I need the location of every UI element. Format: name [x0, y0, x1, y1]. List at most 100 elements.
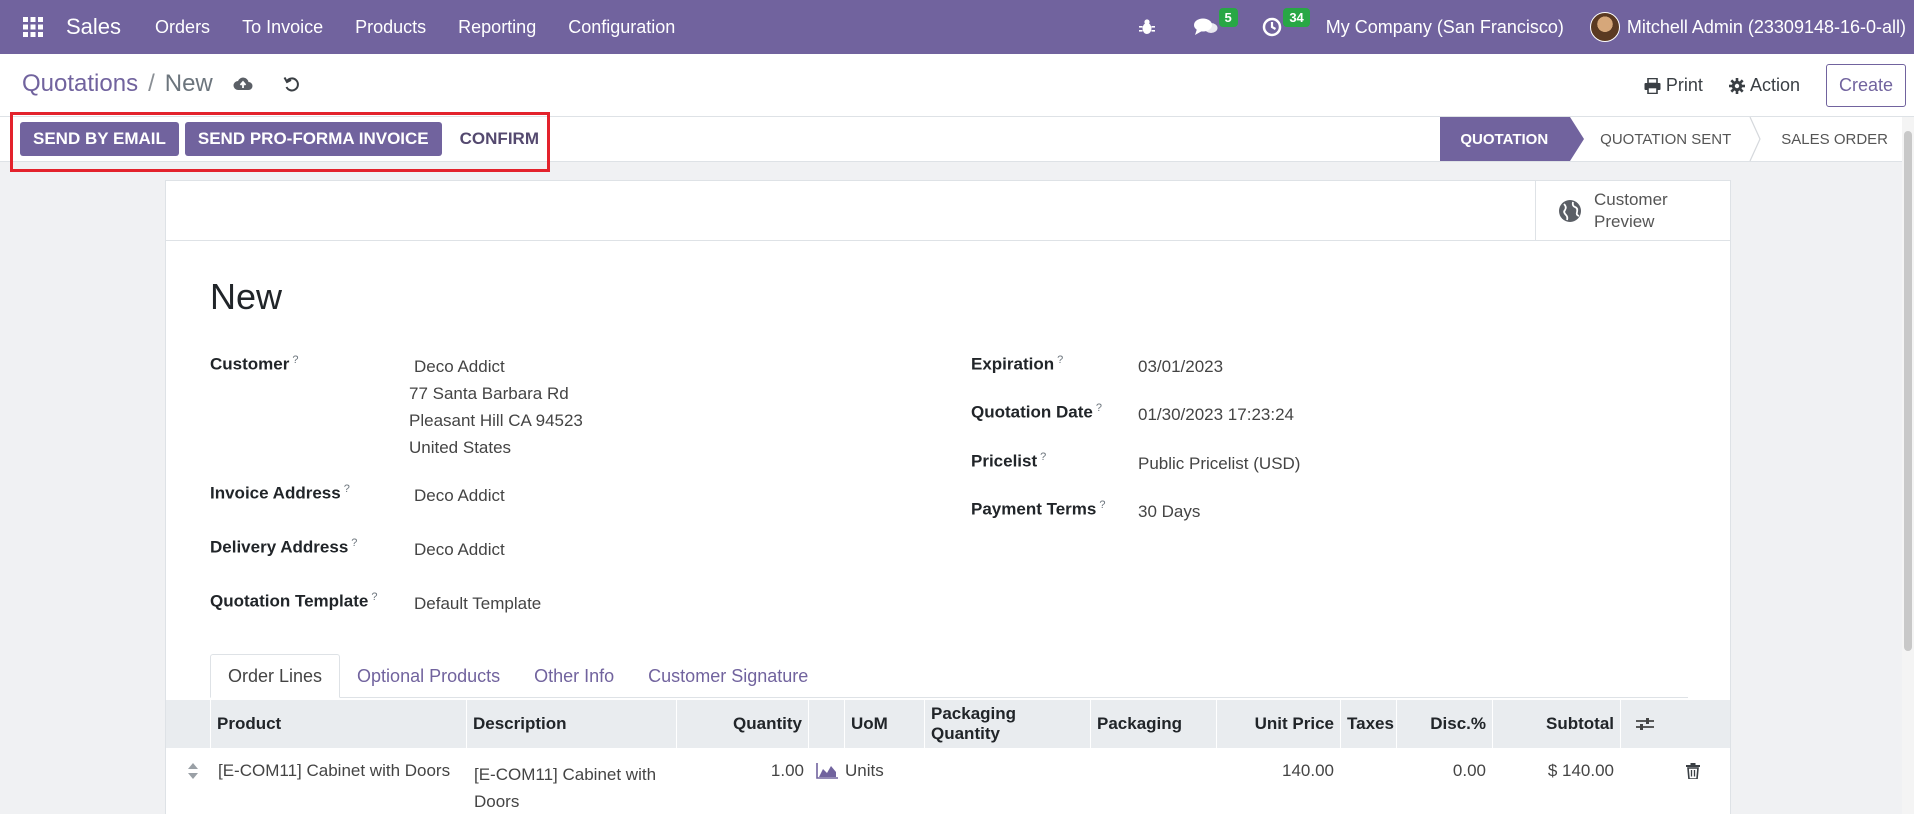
- help-tooltip-icon[interactable]: ?: [1040, 451, 1046, 463]
- delete-trash-icon[interactable]: [1686, 763, 1700, 779]
- apps-menu-icon[interactable]: [0, 0, 66, 54]
- pricelist-label: Pricelist?: [971, 451, 1046, 472]
- tab-customer-signature[interactable]: Customer Signature: [631, 654, 825, 698]
- user-name: Mitchell Admin (23309148-16-0-all): [1626, 16, 1906, 37]
- stage-quotation-sent-label: QUOTATION SENT: [1600, 130, 1732, 148]
- action-button[interactable]: Action: [1728, 75, 1800, 96]
- cell-product[interactable]: [E-COM11] Cabinet with Doors: [218, 761, 450, 781]
- delivery-address-field[interactable]: Deco Addict: [414, 540, 505, 560]
- cell-quantity[interactable]: 1.00: [726, 761, 804, 781]
- scrollbar[interactable]: [1902, 117, 1914, 814]
- col-packaging-quantity[interactable]: Packaging Quantity: [924, 700, 1090, 748]
- help-tooltip-icon[interactable]: ?: [344, 483, 350, 495]
- payment-terms-label-text: Payment Terms: [971, 499, 1097, 519]
- stage-sales-order-label: SALES ORDER: [1781, 130, 1888, 148]
- customer-label: Customer?: [210, 354, 298, 375]
- expiration-label-text: Expiration: [971, 354, 1055, 374]
- cell-uom[interactable]: Units: [845, 761, 884, 781]
- menu-reporting[interactable]: Reporting: [442, 17, 552, 38]
- debug-bug-icon[interactable]: [1138, 18, 1156, 36]
- avatar: [1589, 12, 1620, 42]
- form-sheet: Customer Preview New Customer? Deco Addi…: [165, 180, 1731, 814]
- drag-handle-icon[interactable]: [188, 763, 198, 779]
- table-row[interactable]: [E-COM11] Cabinet with Doors [E-COM11] C…: [166, 748, 1730, 814]
- cell-unit-price[interactable]: 140.00: [1216, 761, 1334, 781]
- pricelist-field[interactable]: Public Pricelist (USD): [1138, 454, 1300, 474]
- breadcrumb-quotations[interactable]: Quotations: [22, 70, 138, 98]
- menu-configuration[interactable]: Configuration: [552, 17, 691, 38]
- user-menu[interactable]: Mitchell Admin (23309148-16-0-all): [1589, 12, 1906, 42]
- highlight-annotation-box: [10, 112, 550, 172]
- menu-products[interactable]: Products: [339, 17, 442, 38]
- breadcrumb-current: New: [164, 70, 213, 97]
- activities-clock-icon[interactable]: 34: [1262, 8, 1310, 37]
- delivery-address-label: Delivery Address?: [210, 537, 357, 558]
- tab-optional-products[interactable]: Optional Products: [340, 654, 517, 698]
- col-description[interactable]: Description: [466, 700, 676, 748]
- company-switcher[interactable]: My Company (San Francisco): [1326, 17, 1564, 38]
- col-uom[interactable]: UoM: [844, 700, 924, 748]
- stage-arrow: [1570, 117, 1585, 161]
- cell-description-line1: [E-COM11] Cabinet with: [474, 765, 657, 784]
- tab-order-lines[interactable]: Order Lines: [210, 654, 341, 698]
- print-button[interactable]: Print: [1644, 75, 1703, 96]
- quotation-date-field[interactable]: 01/30/2023 17:23:24: [1138, 405, 1294, 425]
- help-tooltip-icon[interactable]: ?: [1057, 354, 1063, 366]
- customer-address-line3: United States: [409, 438, 512, 457]
- stage-quotation[interactable]: QUOTATION: [1440, 117, 1585, 161]
- app-name[interactable]: Sales: [66, 14, 121, 40]
- customer-preview-button[interactable]: Customer Preview: [1535, 181, 1730, 240]
- col-product[interactable]: Product: [210, 700, 466, 748]
- help-tooltip-icon[interactable]: ?: [351, 537, 357, 549]
- stage-sales-order[interactable]: SALES ORDER: [1753, 117, 1902, 161]
- notebook-tabs: Order Lines Optional Products Other Info…: [210, 654, 1688, 698]
- menu-to-invoice[interactable]: To Invoice: [226, 17, 339, 38]
- delivery-address-label-text: Delivery Address: [210, 537, 349, 557]
- scrollbar-thumb[interactable]: [1904, 131, 1912, 651]
- save-cloud-icon[interactable]: [233, 76, 253, 92]
- col-packaging[interactable]: Packaging: [1090, 700, 1216, 748]
- col-handle: [166, 700, 210, 748]
- gear-icon: [1728, 77, 1745, 94]
- help-tooltip-icon[interactable]: ?: [292, 354, 298, 366]
- forecast-chart-icon[interactable]: [816, 763, 838, 779]
- expiration-field[interactable]: 03/01/2023: [1138, 357, 1223, 377]
- top-navbar: Sales Orders To Invoice Products Reporti…: [0, 0, 1914, 54]
- customer-preview-line1: Customer: [1594, 189, 1668, 209]
- quotation-date-label: Quotation Date?: [971, 402, 1102, 423]
- tab-other-info[interactable]: Other Info: [517, 654, 631, 698]
- col-taxes[interactable]: Taxes: [1340, 700, 1396, 748]
- customer-address-line2: Pleasant Hill CA 94523: [409, 411, 583, 430]
- discard-undo-icon[interactable]: [283, 75, 301, 93]
- quotation-template-label-text: Quotation Template: [210, 591, 369, 611]
- invoice-address-label-text: Invoice Address: [210, 483, 341, 503]
- payment-terms-label: Payment Terms?: [971, 499, 1105, 520]
- invoice-address-field[interactable]: Deco Addict: [414, 486, 505, 506]
- help-tooltip-icon[interactable]: ?: [371, 591, 377, 603]
- col-forecast: [808, 700, 844, 748]
- stage-quotation-sent[interactable]: QUOTATION SENT: [1570, 117, 1761, 161]
- print-label: Print: [1665, 75, 1703, 95]
- col-discount[interactable]: Disc.%: [1396, 700, 1492, 748]
- customer-field[interactable]: Deco Addict: [414, 357, 505, 377]
- col-quantity[interactable]: Quantity: [676, 700, 808, 748]
- cell-description-line2: Doors: [474, 792, 520, 811]
- quotation-date-label-text: Quotation Date: [971, 402, 1093, 422]
- customer-label-text: Customer: [210, 354, 290, 374]
- help-tooltip-icon[interactable]: ?: [1096, 402, 1102, 414]
- status-stages: QUOTATION QUOTATION SENT SALES ORDER: [1440, 117, 1902, 161]
- col-subtotal[interactable]: Subtotal: [1492, 700, 1620, 748]
- printer-icon: [1644, 77, 1661, 94]
- optional-columns-toggle-icon[interactable]: [1620, 700, 1668, 748]
- col-unit-price[interactable]: Unit Price: [1216, 700, 1340, 748]
- cell-discount[interactable]: 0.00: [1396, 761, 1486, 781]
- help-tooltip-icon[interactable]: ?: [1099, 499, 1105, 511]
- create-button[interactable]: Create: [1825, 64, 1906, 107]
- quotation-template-field[interactable]: Default Template: [414, 594, 541, 614]
- menu-orders[interactable]: Orders: [139, 17, 226, 38]
- payment-terms-field[interactable]: 30 Days: [1138, 502, 1200, 522]
- action-label: Action: [1749, 75, 1800, 95]
- messages-chat-icon[interactable]: 5: [1193, 8, 1238, 37]
- order-lines-header: Product Description Quantity UoM Packagi…: [166, 700, 1730, 748]
- cell-description[interactable]: [E-COM11] Cabinet with Doors: [474, 761, 656, 814]
